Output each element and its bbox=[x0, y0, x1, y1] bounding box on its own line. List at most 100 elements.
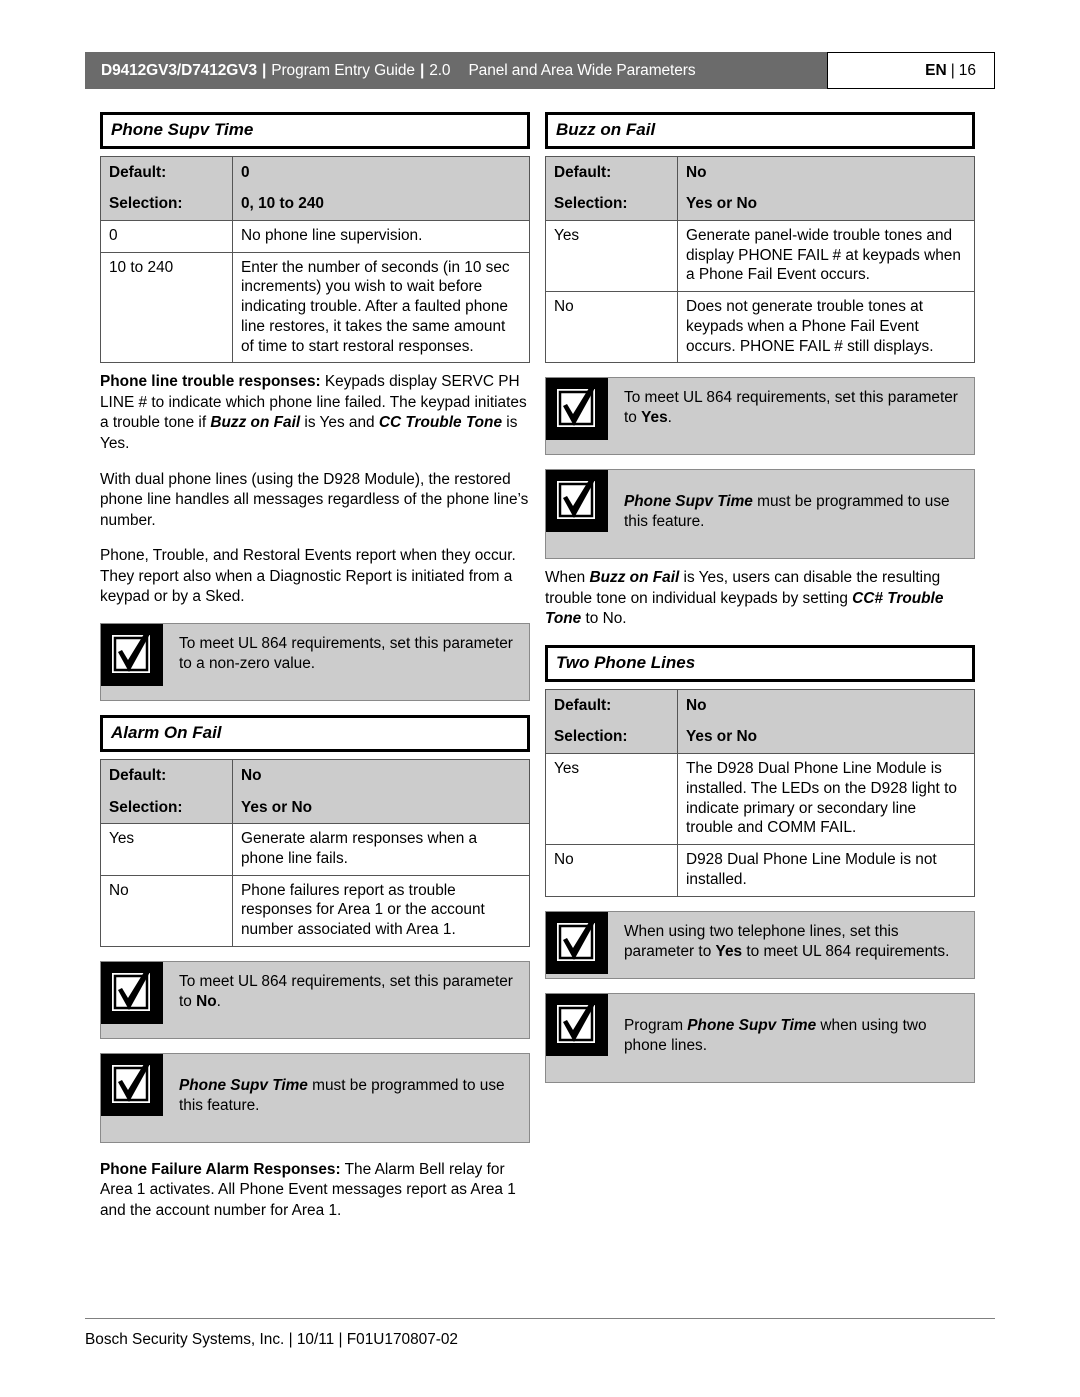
notice-phone-supv-time-required-buzz: Phone Supv Time must be programmed to us… bbox=[545, 469, 975, 560]
paragraph-emphasis-2: CC Trouble Tone bbox=[378, 414, 503, 432]
header-guide-name: Program Entry Guide bbox=[271, 61, 415, 79]
checkmark-icon bbox=[546, 911, 608, 974]
paragraph-dual-phone-lines: With dual phone lines (using the D928 Mo… bbox=[100, 470, 529, 529]
table-row-selection: Selection: Yes or No bbox=[100, 791, 530, 825]
table-phone-supv-time: Default: 0 Selection: 0, 10 to 240 0 No … bbox=[100, 155, 530, 364]
right-column: Buzz on Fail Default: No Selection: Yes … bbox=[545, 112, 975, 1083]
table-row-default: Default: No bbox=[100, 758, 530, 792]
notice-text: To meet UL 864 requirements, set this pa… bbox=[608, 378, 974, 440]
paragraph-lead: Phone line trouble responses: bbox=[100, 373, 321, 391]
table-buzz-on-fail: Default: No Selection: Yes or No Yes Gen… bbox=[545, 155, 975, 364]
section-title-alarm-on-fail: Alarm On Fail bbox=[100, 715, 530, 752]
label-selection: Selection: bbox=[100, 188, 233, 221]
section-title-two-phone-lines: Two Phone Lines bbox=[545, 645, 975, 682]
notice-two-telephone-lines-ul864: When using two telephone lines, set this… bbox=[545, 910, 975, 979]
notice-emphasis: Phone Supv Time bbox=[687, 1016, 817, 1034]
table-two-phone-lines: Default: No Selection: Yes or No Yes The… bbox=[545, 688, 975, 897]
paragraph-phone-line-trouble-responses: Phone line trouble responses: Keypads di… bbox=[100, 372, 530, 454]
paragraph-body-2: is Yes and bbox=[300, 414, 379, 432]
notice-spacer bbox=[101, 686, 529, 700]
notice-bold-value: Yes bbox=[641, 409, 668, 427]
table-row-default: Default: No bbox=[545, 155, 975, 189]
paragraph-buzz-on-fail-note: When Buzz on Fail is Yes, users can disa… bbox=[545, 568, 975, 629]
notice-text: To meet UL 864 requirements, set this pa… bbox=[163, 624, 529, 686]
header-product-model: D9412GV3/D7412GV3 bbox=[101, 61, 257, 79]
table-row-default: Default: No bbox=[545, 688, 975, 722]
notice-text-part: To meet UL 864 requirements, set this pa… bbox=[624, 389, 958, 427]
table-row: No Does not generate trouble tones at ke… bbox=[545, 291, 975, 364]
checkmark-icon bbox=[546, 993, 608, 1056]
notice-spacer bbox=[546, 440, 974, 454]
section-title-phone-supv-time: Phone Supv Time bbox=[100, 112, 530, 149]
table-row: 10 to 240 Enter the number of seconds (i… bbox=[100, 251, 530, 364]
footer-text: Bosch Security Systems, Inc. | 10/11 | F… bbox=[85, 1331, 458, 1348]
table-row-selection: Selection: Yes or No bbox=[545, 188, 975, 221]
label-default: Default: bbox=[100, 758, 233, 792]
notice-bold-value: Yes bbox=[715, 942, 743, 960]
label-selection: Selection: bbox=[545, 721, 678, 755]
value-selection: 0, 10 to 240 bbox=[232, 188, 530, 221]
value-selection: Yes or No bbox=[677, 721, 975, 755]
notice-text-part: to meet UL 864 requirements. bbox=[742, 942, 950, 960]
value-selection: Yes or No bbox=[677, 188, 975, 221]
notice-text-part: To meet UL 864 requirements, set this pa… bbox=[179, 972, 513, 1010]
notice-ul864-phone-supv-time: To meet UL 864 requirements, set this pa… bbox=[100, 623, 530, 702]
paragraph-emphasis-1: Buzz on Fail bbox=[589, 569, 680, 587]
paragraph-event-reporting: Phone, Trouble, and Restoral Events repo… bbox=[100, 547, 516, 606]
notice-text-part: To meet UL 864 requirements, set this pa… bbox=[179, 635, 513, 673]
notice-ul864-buzz-on-fail: To meet UL 864 requirements, set this pa… bbox=[545, 377, 975, 456]
notice-spacer bbox=[101, 1128, 529, 1142]
table-row: No D928 Dual Phone Line Module is not in… bbox=[545, 844, 975, 897]
page-header: D9412GV3/D7412GV3 | Program Entry Guide | 2.… bbox=[85, 52, 995, 89]
section-title-buzz-on-fail: Buzz on Fail bbox=[545, 112, 975, 149]
value-default: No bbox=[232, 758, 530, 792]
option-description: Generate panel-wide trouble tones and di… bbox=[677, 219, 975, 293]
table-alarm-on-fail: Default: No Selection: Yes or No Yes Gen… bbox=[100, 758, 530, 947]
option-value: Yes bbox=[100, 823, 233, 876]
paragraph-phone-failure-alarm-responses: Phone Failure Alarm Responses: The Alarm… bbox=[100, 1160, 530, 1221]
notice-spacer bbox=[101, 1024, 529, 1038]
label-default: Default: bbox=[100, 155, 233, 189]
value-selection: Yes or No bbox=[232, 791, 530, 825]
checkmark-icon bbox=[546, 378, 608, 441]
label-selection: Selection: bbox=[545, 188, 678, 221]
table-row: 0 No phone line supervision. bbox=[100, 219, 530, 253]
header-page-indicator: EN | 16 bbox=[827, 52, 995, 89]
notice-text: When using two telephone lines, set this… bbox=[608, 912, 974, 974]
label-default: Default: bbox=[545, 688, 678, 722]
notice-text: To meet UL 864 requirements, set this pa… bbox=[163, 962, 529, 1024]
notice-spacer bbox=[546, 1068, 974, 1082]
paragraph-emphasis-1: Buzz on Fail bbox=[210, 414, 301, 432]
label-selection: Selection: bbox=[100, 791, 233, 825]
checkmark-icon bbox=[101, 624, 163, 687]
value-default: 0 bbox=[232, 155, 530, 189]
option-value: 0 bbox=[100, 219, 233, 253]
table-row-selection: Selection: Yes or No bbox=[545, 721, 975, 755]
option-description: D928 Dual Phone Line Module is not insta… bbox=[677, 844, 975, 897]
header-separator-2: | bbox=[419, 61, 425, 79]
left-column: Phone Supv Time Default: 0 Selection: 0,… bbox=[100, 112, 530, 1237]
notice-ul864-alarm-on-fail: To meet UL 864 requirements, set this pa… bbox=[100, 960, 530, 1039]
notice-bold-value: No bbox=[196, 992, 217, 1010]
table-row: Yes The D928 Dual Phone Line Module is i… bbox=[545, 753, 975, 846]
notice-text: Program Phone Supv Time when using two p… bbox=[608, 994, 974, 1068]
header-version: 2.0 bbox=[429, 61, 451, 79]
table-row: Yes Generate alarm responses when a phon… bbox=[100, 823, 530, 876]
notice-text: Phone Supv Time must be programmed to us… bbox=[163, 1054, 529, 1128]
option-value: 10 to 240 bbox=[100, 251, 233, 364]
notice-text-part: Program bbox=[624, 1016, 688, 1034]
header-separator-3: | bbox=[950, 61, 955, 79]
value-default: No bbox=[677, 155, 975, 189]
header-section-name: Panel and Area Wide Parameters bbox=[468, 61, 696, 79]
table-row-default: Default: 0 bbox=[100, 155, 530, 189]
header-title-bar: D9412GV3/D7412GV3 | Program Entry Guide | 2.… bbox=[85, 52, 827, 89]
option-value: Yes bbox=[545, 753, 678, 846]
notice-phone-supv-time-required-alarm: Phone Supv Time must be programmed to us… bbox=[100, 1052, 530, 1143]
option-description: Does not generate trouble tones at keypa… bbox=[677, 291, 975, 364]
notice-text-part: . bbox=[667, 409, 672, 427]
table-row-selection: Selection: 0, 10 to 240 bbox=[100, 188, 530, 221]
notice-text-part: . bbox=[216, 992, 221, 1010]
footer-divider bbox=[85, 1318, 995, 1319]
option-value: Yes bbox=[545, 219, 678, 293]
option-value: No bbox=[545, 291, 678, 364]
